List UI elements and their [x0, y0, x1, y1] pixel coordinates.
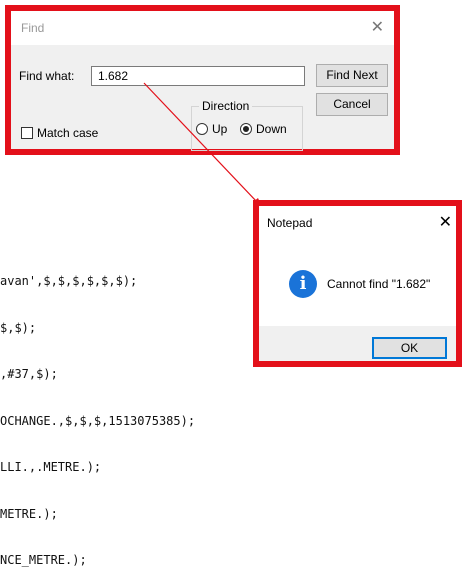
- notepad-message-box: Notepad ✕ i Cannot find "1.682" OK: [253, 200, 462, 367]
- code-line: avan',$,$,$,$,$,$);: [0, 274, 138, 288]
- message-text: Cannot find "1.682": [327, 277, 431, 291]
- up-radio[interactable]: [196, 123, 208, 135]
- up-label: Up: [212, 122, 228, 136]
- ok-button[interactable]: OK: [372, 337, 447, 359]
- code-line: METRE.);: [0, 506, 58, 521]
- close-icon[interactable]: ✕: [371, 17, 384, 37]
- message-title-bar: Notepad ✕: [259, 206, 456, 240]
- find-title-bar: Find ✕: [11, 11, 394, 45]
- code-line: $,$);: [0, 320, 37, 335]
- find-title: Find: [21, 21, 45, 35]
- close-icon[interactable]: ✕: [439, 212, 452, 232]
- match-case-label: Match case: [37, 126, 99, 140]
- down-radio[interactable]: [240, 123, 252, 135]
- editor-text: avan',$,$,$,$,$,$); $,$); ,#37,$); OCHAN…: [0, 243, 195, 584]
- find-dialog: Find ✕ Find what: 1.682 Find Next Cancel…: [5, 5, 400, 155]
- code-line: ,#37,$);: [0, 367, 58, 381]
- message-title: Notepad: [267, 216, 313, 230]
- message-body: i Cannot find "1.682": [259, 240, 456, 326]
- code-line: LLI.,.METRE.);: [0, 460, 102, 474]
- cancel-button[interactable]: Cancel: [316, 93, 388, 116]
- code-line: NCE_METRE.);: [0, 553, 87, 567]
- down-label: Down: [256, 122, 287, 136]
- code-line: OCHANGE.,$,$,$,1513075385);: [0, 413, 196, 428]
- match-case-checkbox[interactable]: [21, 127, 33, 139]
- find-what-input[interactable]: 1.682: [91, 66, 305, 86]
- find-what-label: Find what:: [19, 69, 75, 83]
- info-icon: i: [289, 270, 317, 298]
- find-next-button[interactable]: Find Next: [316, 64, 388, 87]
- direction-label: Direction: [199, 99, 253, 113]
